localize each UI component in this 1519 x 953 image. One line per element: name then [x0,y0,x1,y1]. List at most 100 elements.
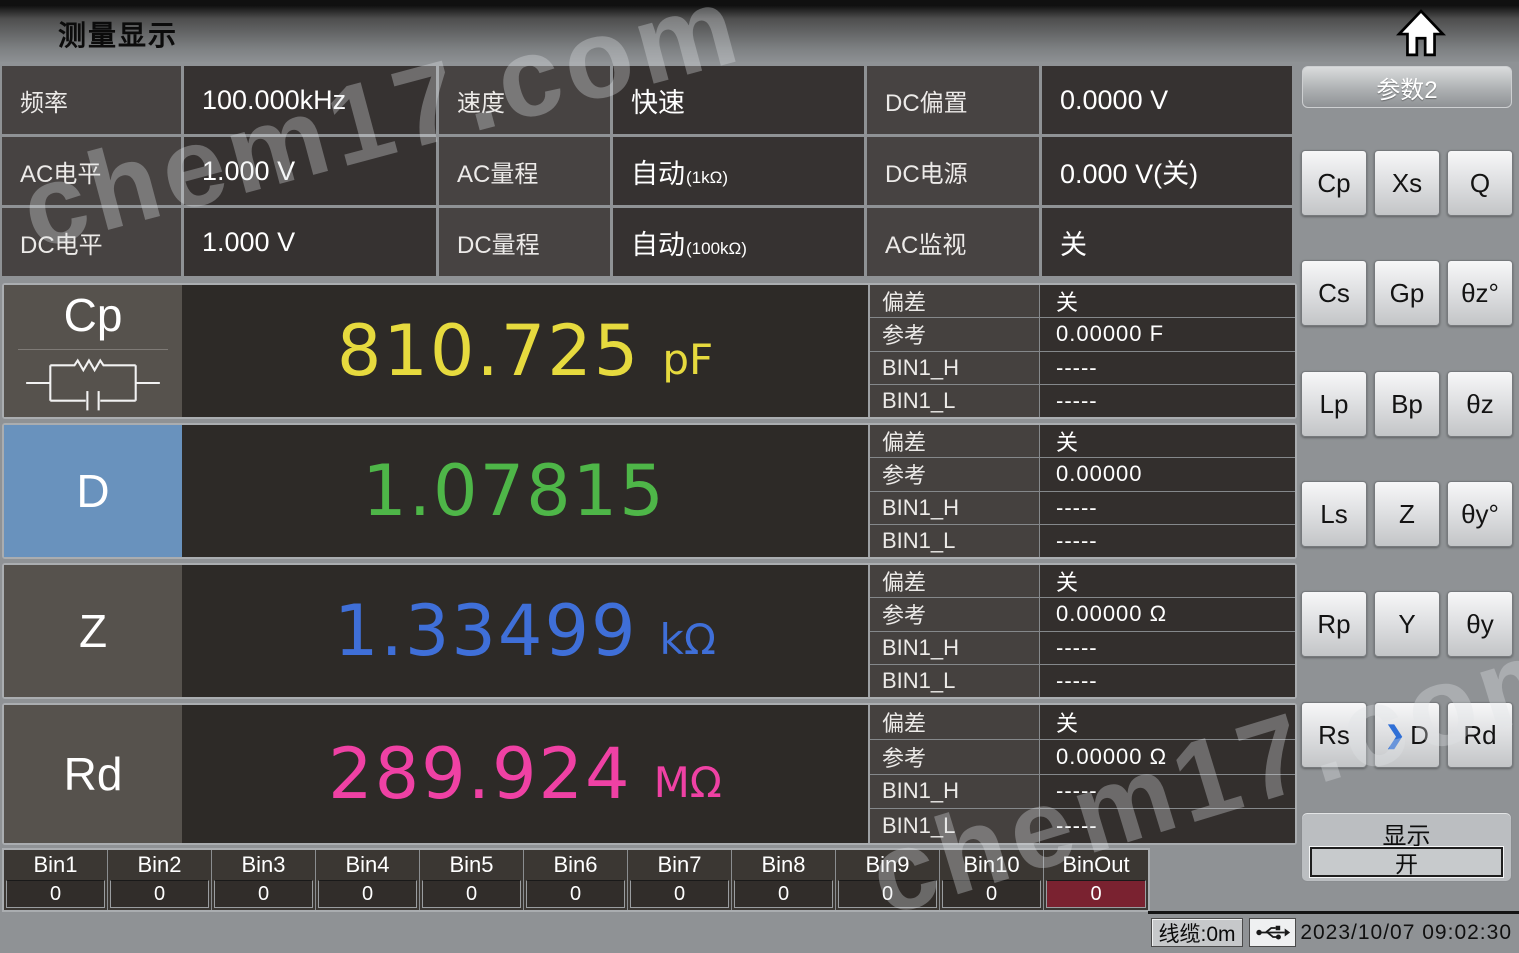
datetime-display: 2023/10/07 09:02:30 [1300,918,1512,947]
param-value-ac-monitor[interactable]: 关 [1042,208,1292,276]
measurement-param-z[interactable]: Z [4,565,182,697]
bin1-h-label: BIN1_H [870,492,1040,524]
param-name: Z [79,606,107,657]
measurement-value-cp: 810.725 pF [182,285,868,417]
param-label-frequency: 频率 [2,66,181,134]
param-label-dc-level: DC电平 [2,208,181,276]
bin1-l-label: BIN1_L [870,665,1040,697]
bin-count: 0 [734,880,833,908]
selected-marker-icon: ❯ [1385,721,1405,750]
dc-range-subscript: (100kΩ) [686,239,747,259]
unit: MΩ [654,742,722,807]
param-value-ac-level[interactable]: 1.000 V [184,137,436,205]
measurement-param-rd[interactable]: Rd [4,705,182,843]
param-button-cp[interactable]: Cp [1301,150,1367,216]
bin-10: Bin100 [940,850,1044,910]
param-label-ac-range: AC量程 [439,137,610,205]
param-button-xs[interactable]: Xs [1374,150,1440,216]
ac-range-subscript: (1kΩ) [686,168,728,188]
usb-icon [1255,924,1291,941]
home-icon [1396,8,1446,58]
bin-2: Bin20 [108,850,212,910]
param-button-gp[interactable]: Gp [1374,260,1440,326]
param-value-frequency[interactable]: 100.000kHz [184,66,436,134]
bin-4: Bin40 [316,850,420,910]
display-on-button[interactable]: 开 [1310,847,1503,877]
param-value-dc-level[interactable]: 1.000 V [184,208,436,276]
param-value-ac-range[interactable]: 自动(1kΩ) [613,137,864,205]
measurement-row-z: Z 1.33499 kΩ 偏差关 参考0.00000 Ω BIN1_H-----… [2,563,1297,699]
bin1-l-label: BIN1_L [870,809,1040,843]
param-button-d-selected[interactable]: ❯ D [1374,702,1440,768]
reference-value: 0.00000 [1040,458,1295,490]
bin-count: 0 [110,880,209,908]
param-button-theta-y[interactable]: θy [1447,591,1513,657]
parallel-rc-circuit-icon [13,354,173,412]
param-value-dc-source[interactable]: 0.000 V(关) [1042,137,1292,205]
deviation-value: 关 [1040,705,1295,739]
param-label-ac-monitor: AC监视 [867,208,1039,276]
deviation-value: 关 [1040,565,1295,597]
measurement-param-d[interactable]: D [4,425,182,557]
measurement-row-d: D 1.07815 偏差关 参考0.00000 BIN1_H----- BIN1… [2,423,1297,559]
param-value-dc-range[interactable]: 自动(100kΩ) [613,208,864,276]
bin-count: 0 [942,880,1041,908]
reference-value: 0.00000 Ω [1040,598,1295,630]
sidebar-header-parameter2[interactable]: 参数2 [1302,66,1512,108]
bin-count: 0 [214,880,313,908]
measurement-row-cp: Cp 810.725 pF 偏差关 参考0.00000 F BIN1_H----… [2,283,1297,419]
bin1-l-label: BIN1_L [870,525,1040,557]
param-button-theta-z-deg[interactable]: θz° [1447,260,1513,326]
bin1-l-value: ----- [1040,385,1295,417]
usb-status-badge [1249,918,1296,947]
param-name: Rd [64,749,123,800]
bin-6: Bin60 [524,850,628,910]
param-button-bp[interactable]: Bp [1374,371,1440,437]
bin-5: Bin50 [420,850,524,910]
param-button-lp[interactable]: Lp [1301,371,1367,437]
param-name: D [76,466,109,517]
reference-label: 参考 [870,740,1040,774]
deviation-label: 偏差 [870,425,1040,457]
measurement-param-cp[interactable]: Cp [4,285,182,417]
unit: kΩ [660,599,716,664]
bin-count: 0 [422,880,521,908]
reference-label: 参考 [870,598,1040,630]
param-button-z[interactable]: Z [1374,481,1440,547]
bin-8: Bin80 [732,850,836,910]
param-button-ls[interactable]: Ls [1301,481,1367,547]
param-button-q[interactable]: Q [1447,150,1513,216]
param-value-speed[interactable]: 快速 [613,66,864,134]
deviation-value: 关 [1040,425,1295,457]
deviation-value: 关 [1040,285,1295,317]
reference-label: 参考 [870,318,1040,350]
param-button-theta-z[interactable]: θz [1447,371,1513,437]
param-button-rp[interactable]: Rp [1301,591,1367,657]
page-title: 测量显示 [58,14,178,54]
title-bar: 测量显示 [0,0,1519,62]
bin-out-count: 0 [1046,880,1146,908]
param-button-rs[interactable]: Rs [1301,702,1367,768]
param-label-speed: 速度 [439,66,610,134]
param-value-dc-bias[interactable]: 0.0000 V [1042,66,1292,134]
bin1-h-value: ----- [1040,492,1295,524]
bin1-h-value: ----- [1040,352,1295,384]
deviation-label: 偏差 [870,285,1040,317]
param-button-rd[interactable]: Rd [1447,702,1513,768]
param-button-theta-y-deg[interactable]: θy° [1447,481,1513,547]
unit: pF [662,319,713,384]
bin1-h-label: BIN1_H [870,352,1040,384]
deviation-label: 偏差 [870,565,1040,597]
param-button-cs[interactable]: Cs [1301,260,1367,326]
deviation-label: 偏差 [870,705,1040,739]
bin1-h-label: BIN1_H [870,775,1040,809]
bin-count: 0 [630,880,729,908]
param-button-y[interactable]: Y [1374,591,1440,657]
param-label-dc-source: DC电源 [867,137,1039,205]
bin-counter-bar: Bin10 Bin20 Bin30 Bin40 Bin50 Bin60 Bin7… [2,848,1150,912]
param-label-dc-bias: DC偏置 [867,66,1039,134]
bin-3: Bin30 [212,850,316,910]
home-button[interactable] [1396,8,1446,58]
bin-count: 0 [526,880,625,908]
bin1-l-value: ----- [1040,809,1295,843]
